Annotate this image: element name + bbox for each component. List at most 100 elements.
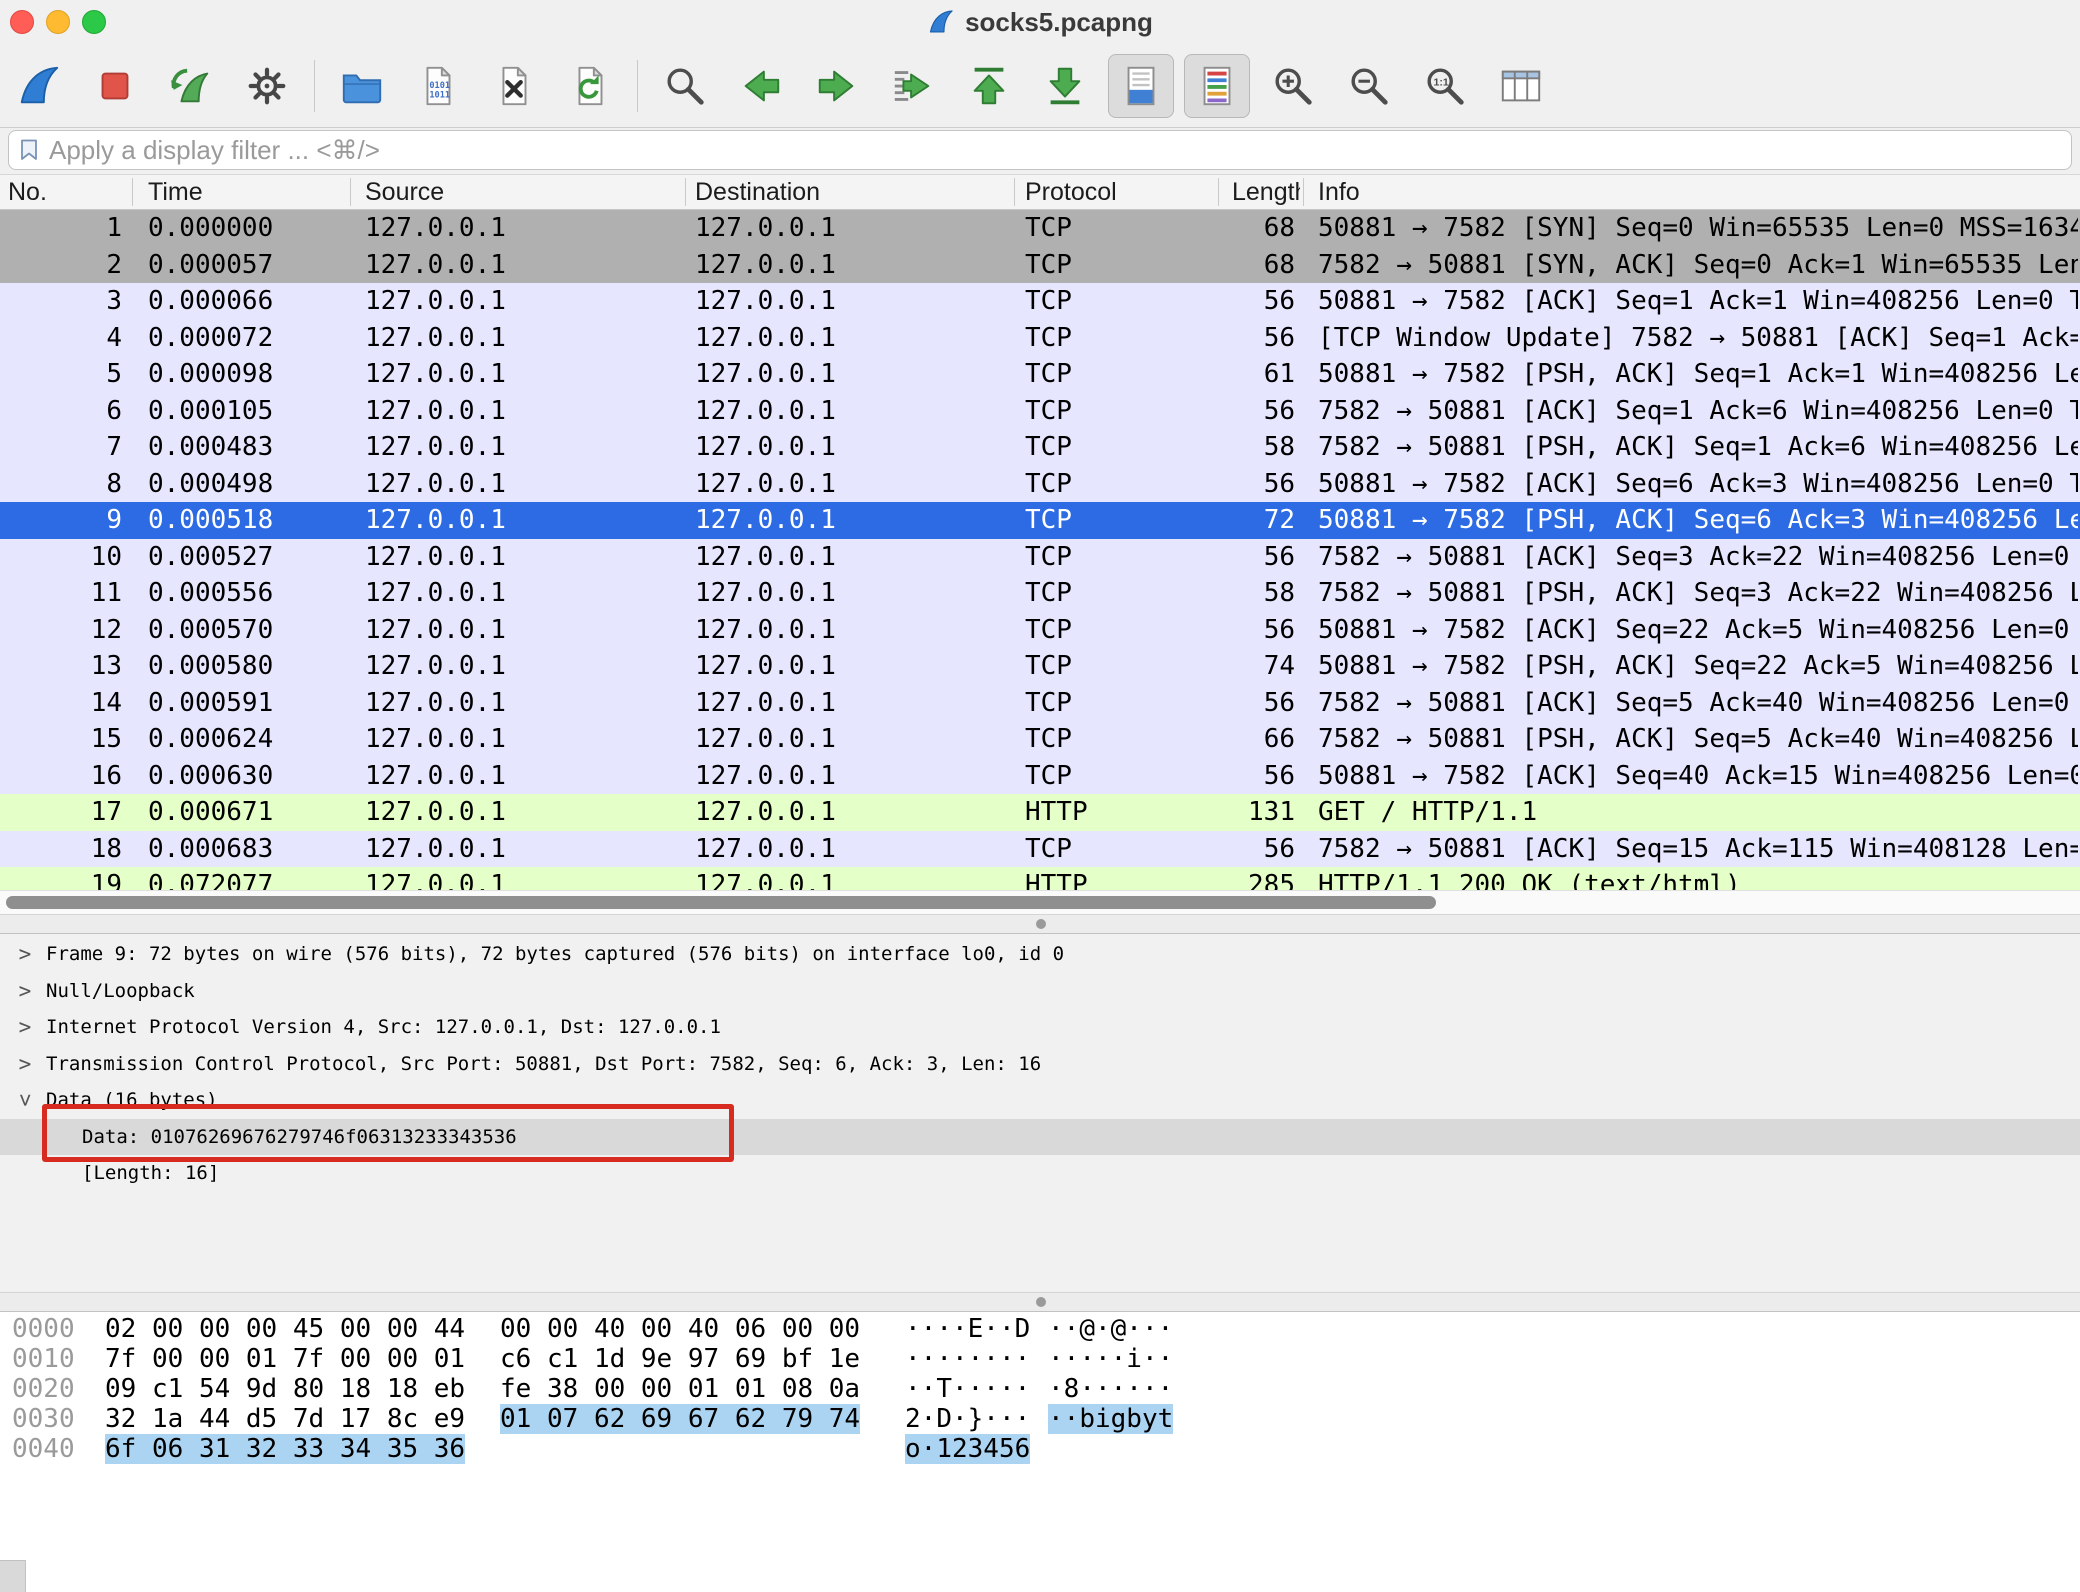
packet-row-19[interactable]: 190.072077127.0.0.1127.0.0.1HTTP285HTTP/… [0,867,2080,890]
hex-bytes[interactable]: 02 00 00 00 45 00 00 44 [105,1314,465,1344]
collapse-toggle-icon[interactable]: > [7,1089,44,1111]
packet-row-1[interactable]: 10.000000127.0.0.1127.0.0.1TCP6850881 → … [0,210,2080,247]
cell-destination: 127.0.0.1 [695,502,1010,539]
find-packet-button[interactable] [652,54,718,118]
hex-bytes[interactable]: 00 00 40 00 40 06 00 00 [500,1314,860,1344]
column-header-info[interactable]: Info [1318,175,2058,209]
expand-toggle-icon[interactable]: > [14,973,36,1010]
cell-info: [TCP Window Update] 7582 → 50881 [ACK] S… [1318,320,2078,357]
hex-row-0040[interactable]: 00406f 06 31 32 33 34 35 36o·123456 [0,1434,2080,1464]
detail-text: Frame 9: 72 bytes on wire (576 bits), 72… [46,936,1064,973]
hex-bytes[interactable]: c6 c1 1d 9e 97 69 bf 1e [500,1344,860,1374]
go-last-button[interactable] [1032,54,1098,118]
column-separator[interactable] [1014,178,1015,206]
display-filter-field[interactable] [8,130,2072,170]
bookmark-icon[interactable] [17,136,41,164]
close-file-button[interactable] [481,54,547,118]
auto-scroll-button[interactable] [1108,54,1174,118]
column-header-time[interactable]: Time [148,175,348,209]
capture-options-button[interactable] [234,54,300,118]
packet-row-7[interactable]: 70.000483127.0.0.1127.0.0.1TCP587582 → 5… [0,429,2080,466]
packet-row-16[interactable]: 160.000630127.0.0.1127.0.0.1TCP5650881 →… [0,758,2080,795]
pane-splitter-top[interactable] [0,914,2080,934]
column-header-protocol[interactable]: Protocol [1025,175,1215,209]
packet-row-18[interactable]: 180.000683127.0.0.1127.0.0.1TCP567582 → … [0,831,2080,868]
hex-row-0010[interactable]: 00107f 00 00 01 7f 00 00 01c6 c1 1d 9e 9… [0,1344,2080,1374]
expand-toggle-icon[interactable]: > [14,936,36,973]
svg-text:0101: 0101 [429,80,450,90]
packet-row-4[interactable]: 40.000072127.0.0.1127.0.0.1TCP56[TCP Win… [0,320,2080,357]
cell-source: 127.0.0.1 [365,466,680,503]
save-file-button[interactable]: 01011011 [405,54,471,118]
packet-row-5[interactable]: 50.000098127.0.0.1127.0.0.1TCP6150881 → … [0,356,2080,393]
hex-ascii[interactable]: ··bigbyt [1048,1404,1173,1434]
reload-file-button[interactable] [557,54,623,118]
cell-no: 11 [0,575,122,612]
resize-columns-button[interactable] [1488,54,1554,118]
pane-splitter-bottom[interactable] [0,1292,2080,1312]
column-header-no[interactable]: No. [8,175,128,209]
horizontal-scrollbar[interactable] [0,890,2080,914]
column-separator[interactable] [685,178,686,206]
column-header-source[interactable]: Source [365,175,680,209]
packet-row-3[interactable]: 30.000066127.0.0.1127.0.0.1TCP5650881 → … [0,283,2080,320]
detail-node[interactable]: >Transmission Control Protocol, Src Port… [0,1046,2080,1083]
packet-row-9[interactable]: 90.000518127.0.0.1127.0.0.1TCP7250881 → … [0,502,2080,539]
cell-time: 0.000072 [148,320,353,357]
hex-ascii[interactable]: ·8······ [1048,1374,1173,1404]
hex-bytes[interactable]: 7f 00 00 01 7f 00 00 01 [105,1344,465,1374]
packet-row-13[interactable]: 130.000580127.0.0.1127.0.0.1TCP7450881 →… [0,648,2080,685]
expand-toggle-icon[interactable]: > [14,1046,36,1083]
packet-row-6[interactable]: 60.000105127.0.0.1127.0.0.1TCP567582 → 5… [0,393,2080,430]
go-back-button[interactable] [728,54,794,118]
hex-ascii[interactable]: ····E··D [905,1314,1030,1344]
hex-row-0030[interactable]: 003032 1a 44 d5 7d 17 8c e901 07 62 69 6… [0,1404,2080,1434]
hex-bytes[interactable]: 6f 06 31 32 33 34 35 36 [105,1434,465,1464]
capture-stop-button[interactable] [82,54,148,118]
zoom-in-button[interactable] [1260,54,1326,118]
column-separator[interactable] [350,178,351,206]
hex-ascii[interactable]: o·123456 [905,1434,1030,1464]
column-header-destination[interactable]: Destination [695,175,1010,209]
hex-bytes[interactable]: 01 07 62 69 67 62 79 74 [500,1404,860,1434]
hex-ascii[interactable]: ········ [905,1344,1030,1374]
hex-ascii[interactable]: 2·D·}··· [905,1404,1030,1434]
detail-node[interactable]: >Internet Protocol Version 4, Src: 127.0… [0,1009,2080,1046]
column-separator[interactable] [132,178,133,206]
packet-row-14[interactable]: 140.000591127.0.0.1127.0.0.1TCP567582 → … [0,685,2080,722]
display-filter-input[interactable] [49,135,2071,166]
packet-row-17[interactable]: 170.000671127.0.0.1127.0.0.1HTTP131GET /… [0,794,2080,831]
packet-row-2[interactable]: 20.000057127.0.0.1127.0.0.1TCP687582 → 5… [0,247,2080,284]
scrollbar-thumb[interactable] [6,896,1436,909]
hex-row-0020[interactable]: 002009 c1 54 9d 80 18 18 ebfe 38 00 00 0… [0,1374,2080,1404]
capture-start-button[interactable] [6,54,72,118]
zoom-original-button[interactable]: 1:1 [1412,54,1478,118]
packet-row-12[interactable]: 120.000570127.0.0.1127.0.0.1TCP5650881 →… [0,612,2080,649]
expand-toggle-icon[interactable]: > [14,1009,36,1046]
column-header-length[interactable]: Length [1232,175,1300,209]
detail-node[interactable]: >Null/Loopback [0,973,2080,1010]
column-separator[interactable] [1218,178,1219,206]
hex-bytes[interactable]: fe 38 00 00 01 01 08 0a [500,1374,860,1404]
open-file-button[interactable] [329,54,395,118]
go-forward-button[interactable] [804,54,870,118]
hex-ascii[interactable]: ··@·@··· [1048,1314,1173,1344]
hex-ascii[interactable]: ··T····· [905,1374,1030,1404]
hex-row-0000[interactable]: 000002 00 00 00 45 00 00 4400 00 40 00 4… [0,1314,2080,1344]
zoom-out-button[interactable] [1336,54,1402,118]
hex-bytes[interactable]: 32 1a 44 d5 7d 17 8c e9 [105,1404,465,1434]
hex-ascii[interactable]: ·····i·· [1048,1344,1173,1374]
capture-restart-button[interactable] [158,54,224,118]
packet-row-15[interactable]: 150.000624127.0.0.1127.0.0.1TCP667582 → … [0,721,2080,758]
packet-row-8[interactable]: 80.000498127.0.0.1127.0.0.1TCP5650881 → … [0,466,2080,503]
hex-bytes[interactable]: 09 c1 54 9d 80 18 18 eb [105,1374,465,1404]
column-separator[interactable] [1303,178,1304,206]
colorize-button[interactable] [1184,54,1250,118]
go-first-button[interactable] [956,54,1022,118]
detail-node[interactable]: > Frame 9: 72 bytes on wire (576 bits), 7… [0,936,2080,973]
cell-source: 127.0.0.1 [365,539,680,576]
cell-info: 7582 → 50881 [SYN, ACK] Seq=0 Ack=1 Win=… [1318,247,2078,284]
go-to-packet-button[interactable] [880,54,946,118]
packet-row-10[interactable]: 100.000527127.0.0.1127.0.0.1TCP567582 → … [0,539,2080,576]
packet-row-11[interactable]: 110.000556127.0.0.1127.0.0.1TCP587582 → … [0,575,2080,612]
